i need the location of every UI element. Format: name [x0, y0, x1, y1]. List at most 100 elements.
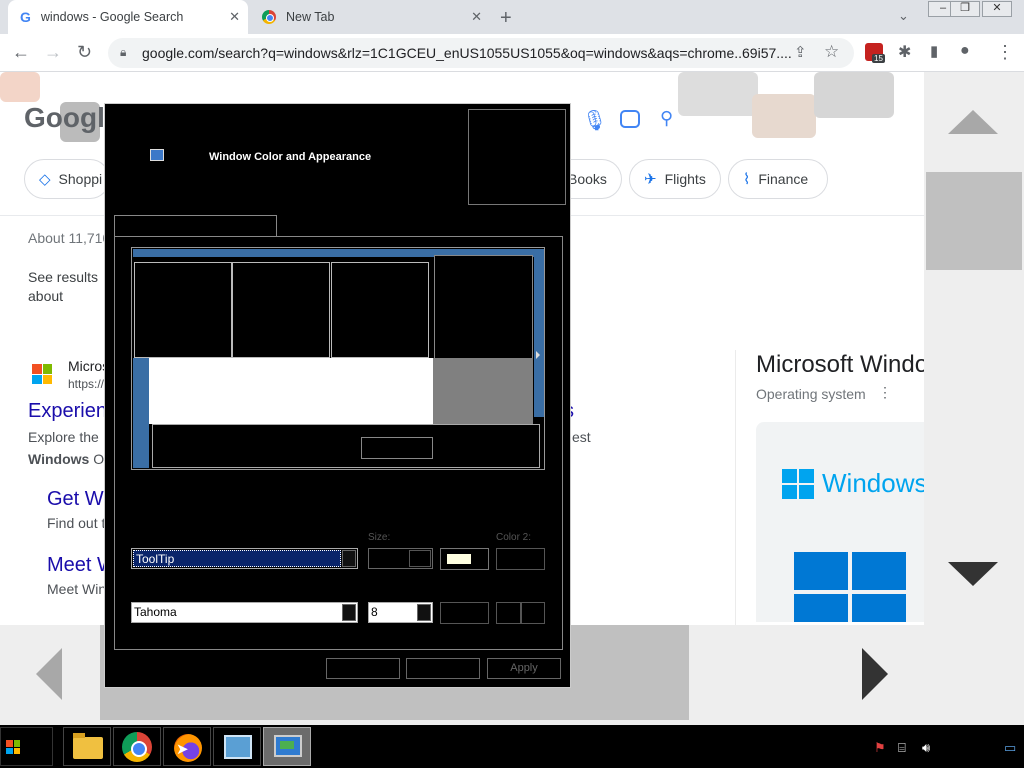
more-options-icon[interactable]: ⋮	[878, 384, 892, 401]
size-spinner[interactable]	[368, 548, 433, 569]
preview-message-box[interactable]	[152, 424, 540, 468]
chip-flights[interactable]: ✈ Flights	[629, 159, 721, 199]
start-button[interactable]	[0, 727, 53, 766]
camera-lens-icon[interactable]	[620, 110, 640, 128]
windows-start-icon	[6, 740, 20, 754]
color2-button[interactable]	[496, 548, 545, 570]
color1-button[interactable]	[440, 548, 489, 570]
show-desktop-icon[interactable]: ▭	[1004, 740, 1016, 756]
puzzle-icon[interactable]: ✱	[898, 42, 911, 62]
url-text[interactable]: google.com/search?q=windows&rlz=1C1GCEU_…	[142, 45, 792, 61]
knowledge-panel-image[interactable]: Windows	[756, 422, 924, 622]
microsoft-favicon	[32, 364, 52, 384]
folder-icon	[73, 733, 103, 759]
restore-button[interactable]: ❐	[950, 1, 980, 17]
close-window-button[interactable]: ✕	[982, 1, 1012, 17]
doodle-image	[678, 72, 758, 116]
scroll-right-arrow-icon[interactable]	[862, 648, 888, 700]
taskbar: ⚑ ⌸ 🔊︎ ▭	[0, 725, 1024, 768]
tab-new-tab[interactable]: New Tab ✕	[250, 0, 490, 34]
tab-strip: G windows - Google Search ✕ New Tab ✕ + …	[0, 0, 1024, 34]
tag-icon: ◇	[39, 171, 51, 188]
taskbar-chrome[interactable]	[113, 727, 161, 766]
viewer-scroll-thumb[interactable]	[926, 172, 1022, 270]
result-snippet: est	[572, 429, 591, 445]
preview-tab[interactable]	[331, 262, 429, 358]
plane-icon: ✈	[644, 171, 657, 188]
close-button[interactable]	[468, 109, 566, 205]
scroll-left-arrow-icon[interactable]	[36, 648, 62, 700]
address-bar[interactable]: 🔒︎ google.com/search?q=windows&rlz=1C1GC…	[108, 38, 854, 68]
preview-window-frame[interactable]	[534, 249, 544, 417]
chevron-down-icon[interactable]	[342, 550, 356, 567]
tab-title: windows - Google Search	[40, 10, 184, 24]
close-tab-icon[interactable]: ✕	[471, 9, 482, 25]
share-icon[interactable]: ⇪	[794, 43, 807, 61]
item-dropdown[interactable]: ToolTip	[131, 548, 358, 569]
back-icon[interactable]: ←	[12, 42, 30, 63]
color1-swatch	[447, 554, 471, 564]
windows-logo-text: Windows	[822, 468, 924, 498]
chip-finance[interactable]: ⌇ Finance	[728, 159, 828, 199]
result-snippet: Explore the	[28, 429, 99, 445]
result-url[interactable]: https://	[68, 377, 104, 391]
chevron-down-icon[interactable]	[342, 604, 356, 621]
cancel-button[interactable]	[406, 658, 480, 679]
taskbar-display-settings[interactable]	[263, 727, 311, 766]
tab-google-search[interactable]: G windows - Google Search ✕	[8, 0, 248, 34]
bold-button[interactable]	[496, 602, 521, 624]
preview-window-text[interactable]	[149, 358, 433, 424]
result-snippet-rest: O	[89, 451, 105, 467]
browser-toolbar: ← → ↻ 🔒︎ google.com/search?q=windows&rlz…	[0, 34, 1024, 72]
chevron-right-icon[interactable]	[536, 351, 540, 359]
chevron-down-icon[interactable]: ⌄	[898, 8, 909, 24]
display-icon	[274, 735, 302, 757]
font-dropdown-value[interactable]: Tahoma	[134, 605, 177, 619]
preview-scrollbar[interactable]	[433, 358, 533, 424]
viewer-scroll-panel	[924, 72, 1024, 625]
chip-shopping[interactable]: ◇ Shoppi	[24, 159, 110, 199]
lock-icon[interactable]: 🔒︎	[120, 45, 126, 60]
color2-label: Color 2:	[496, 532, 532, 543]
chevron-down-icon[interactable]	[417, 604, 431, 621]
font-color-button[interactable]	[440, 602, 489, 624]
scroll-down-arrow-icon[interactable]	[948, 562, 998, 586]
result-title-link[interactable]: Experien	[28, 400, 107, 423]
item-dropdown-value[interactable]: ToolTip	[133, 550, 341, 567]
preview-tab[interactable]	[232, 262, 330, 358]
network-icon[interactable]: ⌸	[898, 740, 906, 756]
size-label: Size:	[368, 532, 391, 543]
side-panel-icon[interactable]: ▮	[930, 42, 938, 60]
volume-icon[interactable]: 🔊︎	[922, 740, 930, 756]
dialog-title: Window Color and Appearance	[209, 151, 372, 163]
preview-tab[interactable]	[134, 262, 232, 358]
appearance-preview[interactable]	[131, 247, 545, 470]
new-tab-button[interactable]: +	[500, 7, 512, 30]
result-snippet: Windows O	[28, 451, 104, 467]
preview-ok-button[interactable]	[361, 437, 433, 459]
appearance-tab[interactable]	[114, 215, 277, 237]
font-dropdown[interactable]: Tahoma	[131, 602, 358, 623]
apply-button[interactable]: Apply	[487, 658, 561, 679]
preview-window[interactable]	[434, 255, 533, 359]
sublink-snippet: Meet Win	[47, 581, 107, 597]
spinner-arrows-icon[interactable]	[409, 550, 431, 567]
italic-button[interactable]	[521, 602, 545, 624]
ok-button[interactable]	[326, 658, 400, 679]
action-center-icon[interactable]: ⚑	[874, 740, 886, 756]
sublink-title[interactable]: Get W	[47, 488, 104, 511]
font-size-dropdown[interactable]: 8	[368, 602, 433, 623]
font-size-value[interactable]: 8	[371, 605, 378, 619]
profile-icon[interactable]: ●	[960, 42, 970, 60]
reload-icon[interactable]: ↻	[77, 42, 92, 63]
scroll-up-arrow-icon[interactable]	[948, 110, 998, 134]
preview-window-frame[interactable]	[133, 358, 149, 468]
bookmark-star-icon[interactable]: ☆	[824, 42, 839, 62]
taskbar-control-panel[interactable]	[213, 727, 261, 766]
menu-icon[interactable]: ⋮	[996, 42, 1014, 63]
search-icon[interactable]: ⚲	[660, 108, 673, 129]
close-tab-icon[interactable]: ✕	[229, 9, 240, 25]
forward-icon[interactable]: →	[44, 42, 62, 63]
taskbar-file-explorer[interactable]	[63, 727, 111, 766]
microphone-icon[interactable]: 🎙︎	[582, 108, 607, 133]
